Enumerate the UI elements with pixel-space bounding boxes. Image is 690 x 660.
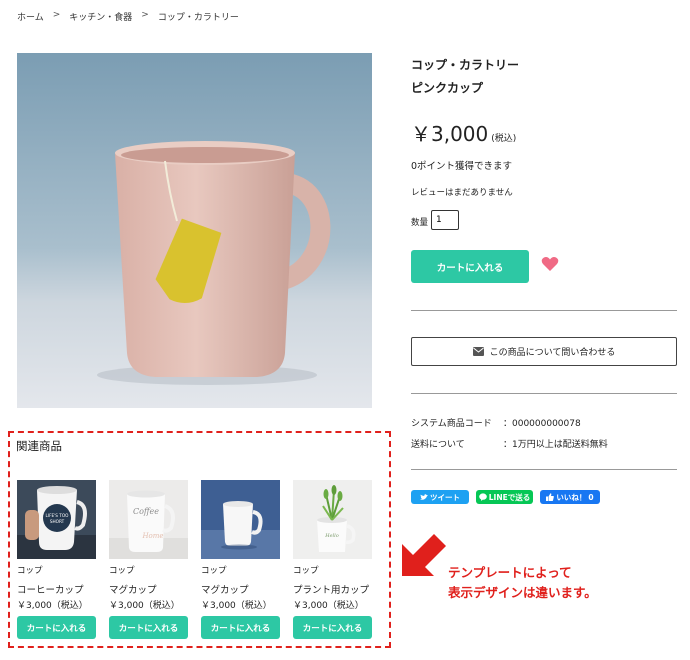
related-product-image[interactable]: Hello: [293, 480, 372, 559]
product-price: ￥3,000 (税込): [411, 118, 516, 147]
svg-text:Hello: Hello: [324, 533, 339, 539]
review-text: レビューはまだありません: [411, 188, 513, 198]
related-products-title: 関連商品: [16, 439, 62, 453]
related-product-name[interactable]: マグカップ: [109, 582, 157, 596]
related-product-price: ￥3,000（税込）: [109, 601, 180, 611]
breadcrumb-subcategory[interactable]: コップ・カラトリー: [158, 10, 239, 23]
related-product-category: コップ: [109, 566, 135, 576]
related-product-name[interactable]: コーヒーカップ: [17, 582, 84, 596]
line-share-button[interactable]: LINEで送る: [476, 490, 533, 504]
facebook-like-button[interactable]: いいね！ 0: [540, 490, 600, 504]
svg-text:SHORT: SHORT: [50, 519, 65, 524]
related-product-image[interactable]: Coffee Home: [109, 480, 188, 559]
related-product-name[interactable]: プラント用カップ: [293, 582, 369, 596]
related-product-price: ￥3,000（税込）: [201, 601, 272, 611]
spec-row: システム商品コード ：000000000078: [411, 416, 581, 429]
line-icon: [478, 493, 487, 501]
related-product-price: ￥3,000（税込）: [17, 601, 88, 611]
svg-text:Home: Home: [141, 532, 163, 540]
spec-key: システム商品コード: [411, 419, 492, 429]
breadcrumb-category[interactable]: キッチン・食器: [69, 10, 132, 23]
inquiry-button[interactable]: この商品について問い合わせる: [411, 337, 677, 366]
tax-note: (税込): [491, 134, 517, 144]
svg-text:Coffee: Coffee: [133, 507, 159, 516]
like-label: いいね！: [556, 492, 587, 502]
annotation-arrow-icon: [400, 530, 448, 578]
line-label: LINEで送る: [488, 492, 531, 502]
product-main-image: [17, 53, 372, 408]
quantity-input[interactable]: [431, 210, 459, 230]
points-text: 0ポイント獲得できます: [411, 161, 513, 172]
divider: [411, 393, 677, 394]
related-product-category: コップ: [201, 566, 227, 576]
spec-row: 送料について ：1万円以上は配送料無料: [411, 437, 608, 450]
tweet-button[interactable]: ツイート: [411, 490, 469, 504]
related-product-name[interactable]: マグカップ: [201, 582, 249, 596]
related-add-to-cart-button[interactable]: カートに入れる: [293, 616, 372, 639]
breadcrumb-separator: >: [141, 10, 149, 20]
related-add-to-cart-button[interactable]: カートに入れる: [201, 616, 280, 639]
spec-value: ：1万円以上は配送料無料: [503, 440, 608, 450]
related-add-to-cart-button[interactable]: カートに入れる: [17, 616, 96, 639]
spec-key: 送料について: [411, 440, 465, 450]
price-value: ￥3,000: [411, 122, 489, 146]
spec-value: ：000000000078: [503, 419, 581, 429]
related-product-price: ￥3,000（税込）: [293, 601, 364, 611]
svg-text:LIFE'S TOO: LIFE'S TOO: [46, 513, 70, 518]
related-product-image[interactable]: [201, 480, 280, 559]
product-name: ピンクカップ: [411, 81, 484, 95]
envelope-icon: [472, 347, 484, 356]
related-add-to-cart-button[interactable]: カートに入れる: [109, 616, 188, 639]
related-product-category: コップ: [293, 566, 319, 576]
breadcrumb-home[interactable]: ホーム: [17, 10, 44, 23]
related-product-category: コップ: [17, 566, 43, 576]
divider: [411, 310, 677, 311]
add-to-cart-button[interactable]: カートに入れる: [411, 250, 529, 283]
quantity-label: 数量: [411, 218, 429, 228]
annotation-note-line2: 表示デザインは違います。: [448, 585, 597, 600]
breadcrumb: ホーム > キッチン・食器 > コップ・カラトリー: [17, 10, 239, 23]
related-product-image[interactable]: LIFE'S TOO SHORT: [17, 480, 96, 559]
inquiry-label: この商品について問い合わせる: [489, 348, 616, 358]
like-count: 0: [588, 492, 594, 502]
thumbs-up-icon: [546, 493, 555, 501]
twitter-bird-icon: [420, 493, 428, 500]
annotation-note-line1: テンプレートによって: [448, 565, 572, 580]
product-category-title: コップ・カラトリー: [411, 58, 520, 72]
breadcrumb-separator: >: [52, 10, 61, 20]
favorite-heart-icon[interactable]: [541, 256, 559, 272]
tweet-label: ツイート: [430, 492, 460, 502]
divider: [411, 469, 677, 470]
